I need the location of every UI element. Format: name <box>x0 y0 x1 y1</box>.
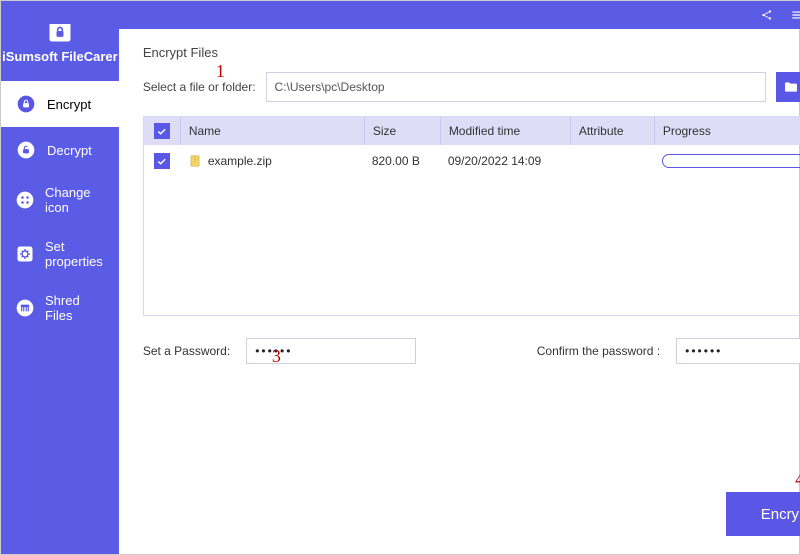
app-logo-icon <box>46 17 74 45</box>
cell-mtime: 09/20/2022 14:09 <box>440 145 570 177</box>
folder-icon <box>783 79 799 95</box>
action-row: Encrypt <box>143 482 800 536</box>
main: Encrypt Files Select a file or folder: N… <box>119 1 800 554</box>
titlebar <box>119 1 800 29</box>
col-progress[interactable]: Progress <box>654 117 800 145</box>
zip-file-icon <box>188 153 202 169</box>
encrypt-button[interactable]: Encrypt <box>726 492 800 536</box>
sidebar-item-decrypt[interactable]: Decrypt <box>1 127 119 173</box>
content: Encrypt Files Select a file or folder: N… <box>119 29 800 554</box>
sidebar-item-shred-files[interactable]: Shred Files <box>1 281 119 335</box>
sidebar-item-encrypt[interactable]: Encrypt <box>1 81 119 127</box>
page-title: Encrypt Files <box>143 45 800 60</box>
sidebar-item-change-icon[interactable]: Change icon <box>1 173 119 227</box>
progress-bar <box>662 154 800 168</box>
file-table: Name Size Modified time Attribute Progre… <box>143 116 800 316</box>
lock-icon <box>15 93 37 115</box>
table-header: Name Size Modified time Attribute Progre… <box>144 117 800 145</box>
password-row: Set a Password: Confirm the password : <box>143 338 800 364</box>
header-checkbox[interactable] <box>144 117 180 145</box>
sidebar-item-set-properties[interactable]: Set properties <box>1 227 119 281</box>
col-name[interactable]: Name <box>180 117 364 145</box>
cell-attr <box>570 145 654 177</box>
table-row[interactable]: example.zip 820.00 B 09/20/2022 14:09 0% <box>144 145 800 177</box>
share-icon[interactable] <box>760 8 774 22</box>
picker-label: Select a file or folder: <box>143 80 256 94</box>
confirm-password-label: Confirm the password : <box>537 344 660 358</box>
row-checkbox[interactable] <box>144 145 180 177</box>
gear-icon <box>15 243 35 265</box>
grid-icon <box>15 189 35 211</box>
sidebar-item-label: Encrypt <box>47 97 91 112</box>
cell-progress: 0% <box>654 145 800 177</box>
col-size[interactable]: Size <box>364 117 440 145</box>
confirm-password-input[interactable] <box>676 338 800 364</box>
sidebar-item-label: Decrypt <box>47 143 92 158</box>
col-modified-time[interactable]: Modified time <box>440 117 570 145</box>
cell-size: 820.00 B <box>364 145 440 177</box>
cell-name: example.zip <box>180 145 364 177</box>
set-password-label: Set a Password: <box>143 344 230 358</box>
sidebar: iSumsoft FileCarer Encrypt Decrypt Chang… <box>1 1 119 554</box>
sidebar-nav: Encrypt Decrypt Change icon Set properti… <box>1 81 119 335</box>
menu-icon[interactable] <box>790 8 800 22</box>
sidebar-item-label: Shred Files <box>45 293 105 323</box>
file-picker-row: Select a file or folder: <box>143 72 800 102</box>
brand: iSumsoft FileCarer <box>1 1 119 71</box>
col-attribute[interactable]: Attribute <box>570 117 654 145</box>
app-title: iSumsoft FileCarer <box>2 49 118 64</box>
set-password-input[interactable] <box>246 338 416 364</box>
file-name: example.zip <box>208 154 272 168</box>
browse-folder-button[interactable] <box>776 72 800 102</box>
shred-icon <box>15 297 35 319</box>
path-input[interactable] <box>266 72 767 102</box>
sidebar-item-label: Set properties <box>45 239 105 269</box>
sidebar-item-label: Change icon <box>45 185 105 215</box>
unlock-icon <box>15 139 37 161</box>
